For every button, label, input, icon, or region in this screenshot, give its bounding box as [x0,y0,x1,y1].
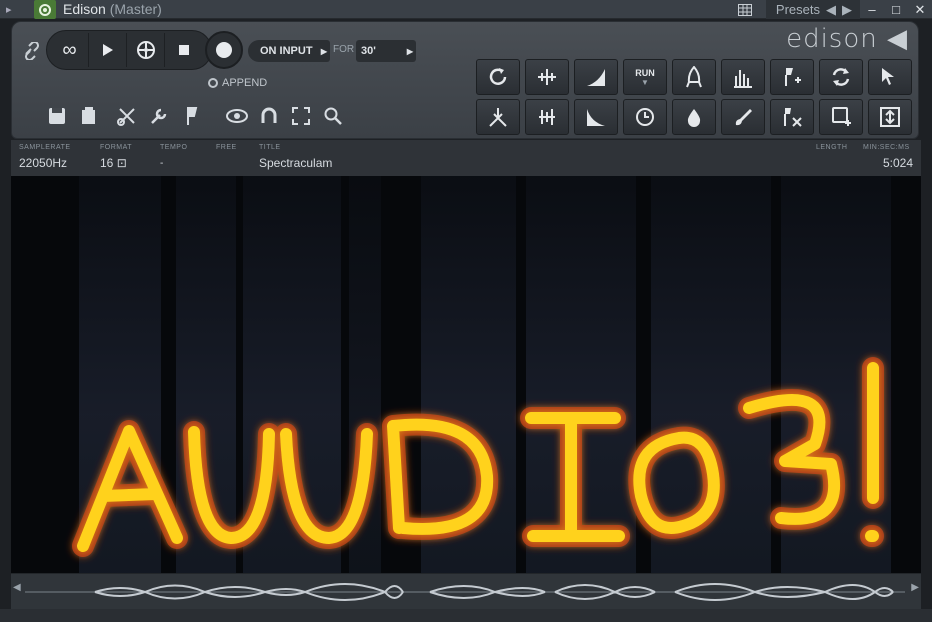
for-label: FOR [333,44,355,55]
title-bar: ▸ Edison (Master) Presets ◀ ▶ – □ ✕ [0,0,932,19]
reverse-button[interactable] [476,59,520,95]
processing-buttons: RUN ▼ [476,59,912,135]
presets-selector[interactable]: Presets ◀ ▶ [765,0,860,19]
edit-tools [45,104,345,128]
marker-icon[interactable] [179,104,203,128]
free-label: FREE [216,144,237,151]
save-icon[interactable] [45,104,69,128]
select-all-icon[interactable] [289,104,313,128]
transport-bar: ∞ [46,30,212,70]
waveform-overview-scrollbar[interactable]: ◀ ▶ [11,573,921,609]
minimize-button[interactable]: – [860,2,884,17]
infinity-icon: ∞ [62,38,77,61]
title-label: TITLE [259,144,281,151]
eq-button[interactable] [525,99,569,135]
record-trigger-select[interactable]: ON INPUT ▶ [248,40,330,62]
append-radio-icon [208,78,218,88]
zoom-icon[interactable] [321,104,345,128]
browser-grid-icon[interactable] [734,0,756,19]
title-value[interactable]: Spectraculam [259,156,332,170]
presets-label: Presets [775,2,820,17]
plugin-settings-icon[interactable] [34,0,56,19]
region-button[interactable] [770,99,814,135]
close-button[interactable]: ✕ [908,2,932,18]
duration-select[interactable]: 30' ▶ [356,40,416,62]
samplerate-value: 22050Hz [19,156,68,170]
magnet-icon[interactable] [257,104,281,128]
edison-control-panel: ∞ ON INPUT ▶ FOR 30' ▶ APPEND edison ◀ RUN… [11,21,919,139]
rocket-button[interactable] [672,59,716,95]
length-label: LENGTH [816,144,848,151]
record-dot-icon [216,42,232,58]
scroll-right-icon[interactable]: ▶ [911,582,919,593]
scissors-icon[interactable] [115,104,139,128]
normalize-button[interactable] [525,59,569,95]
samplerate-label: SAMPLERATE [19,144,71,151]
preset-next-icon[interactable]: ▶ [842,2,852,18]
loop-button[interactable]: ∞ [51,33,89,67]
loop-tool-button[interactable] [819,59,863,95]
run-button[interactable]: RUN ▼ [623,59,667,95]
fan-record-button[interactable] [127,33,165,67]
fade-in-button[interactable] [574,59,618,95]
spectrogram-drawing [72,357,884,557]
save-region-button[interactable] [819,99,863,135]
fit-button[interactable] [868,99,912,135]
format-value[interactable]: 16 ⊡ [100,156,127,170]
marker-add-button[interactable] [770,59,814,95]
paste-icon[interactable] [77,104,101,128]
bottom-toolbar [0,609,932,622]
wrench-icon[interactable] [147,104,171,128]
length-value: 5:024 [883,156,914,170]
blend-button[interactable] [476,99,520,135]
stop-button[interactable] [165,33,203,67]
play-button[interactable] [89,33,127,67]
sample-info-bar: SAMPLERATE 22050Hz FORMAT 16 ⊡ TEMPO - F… [11,140,921,176]
maximize-button[interactable]: □ [884,2,908,17]
tempo-value[interactable]: - [160,158,163,169]
expand-arrow-icon[interactable]: ▸ [6,3,12,16]
spectrogram-view[interactable] [11,176,921,573]
scroll-left-icon[interactable]: ◀ [13,582,21,593]
record-button[interactable] [205,31,243,69]
tempo-label: TEMPO [160,144,188,151]
waveform-overview [25,583,905,601]
drop-button[interactable] [672,99,716,135]
format-label: FORMAT [100,144,133,151]
fade-out-button[interactable] [574,99,618,135]
append-toggle[interactable]: APPEND [208,77,267,89]
brush-button[interactable] [721,99,765,135]
preset-prev-icon[interactable]: ◀ [826,2,836,18]
clock-button[interactable] [623,99,667,135]
window-title: Edison (Master) [63,1,162,17]
link-icon[interactable] [22,40,42,65]
cursor-button[interactable] [868,59,912,95]
edison-logo: edison ◀ [786,24,908,54]
minsec-label: MIN:SEC:MS [863,144,910,151]
spectrum-button[interactable] [721,59,765,95]
eye-icon[interactable] [225,104,249,128]
